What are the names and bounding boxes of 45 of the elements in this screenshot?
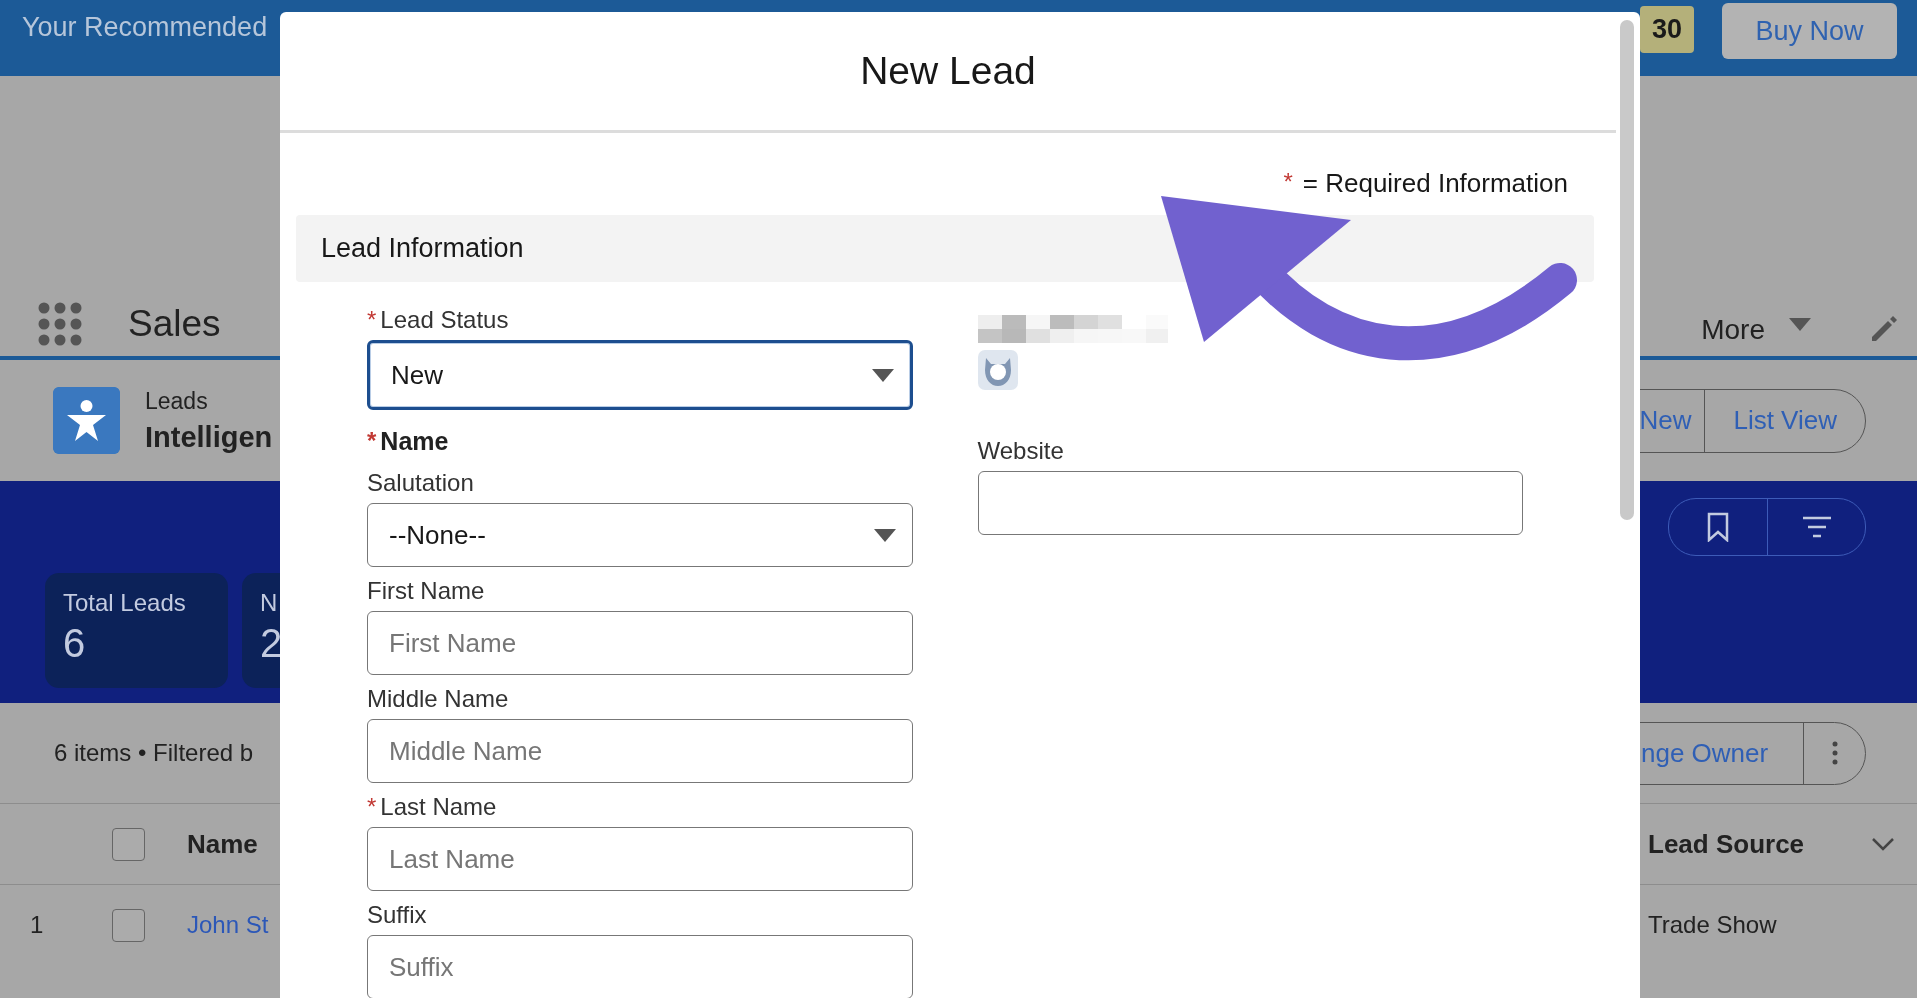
object-label: Leads (145, 387, 209, 415)
required-mark: * (367, 793, 377, 821)
lead-icon (53, 387, 120, 454)
list-summary: 6 items • Filtered b (54, 739, 254, 767)
more-tab[interactable]: More (1701, 314, 1765, 346)
text-field[interactable] (977, 471, 1523, 535)
field-label: Salutation (367, 469, 474, 497)
required-mark: * (367, 427, 377, 455)
column-header[interactable]: Name (187, 828, 258, 860)
text-field[interactable]: Suffix (367, 935, 913, 998)
checkbox[interactable] (112, 908, 145, 942)
list-view-title: Intelligen (145, 420, 273, 454)
caret-icon (873, 528, 896, 542)
trial-days-badge: 30 (1639, 6, 1694, 53)
select-field[interactable]: --None-- (367, 503, 913, 567)
stat-label: Total Leads (63, 589, 187, 617)
field-label: Suffix (367, 901, 427, 929)
chevron-down-icon[interactable] (1871, 837, 1895, 851)
caret-icon (871, 368, 894, 382)
checkbox[interactable] (112, 827, 145, 861)
field-label: Last Name (380, 793, 497, 821)
app-launcher-icon[interactable] (38, 302, 82, 346)
modal-title: New Lead (860, 49, 1036, 93)
required-mark: * (1283, 168, 1293, 197)
scrollbar[interactable] (1620, 20, 1634, 520)
row-number: 1 (29, 911, 45, 939)
app-name: Sales (128, 302, 221, 346)
caret-icon (1789, 318, 1811, 331)
text-field[interactable]: Last Name (367, 827, 913, 891)
table-cell: Trade Show (1648, 911, 1777, 939)
select-field[interactable]: New (367, 340, 913, 410)
field-label: Lead Status (380, 306, 509, 334)
field-label: Website (977, 437, 1064, 465)
banner-text: Your Recommended (21, 11, 268, 43)
group-heading: Name (380, 426, 449, 456)
pencil-icon[interactable] (1869, 316, 1897, 344)
avatar-icon (977, 350, 1018, 390)
column-header[interactable]: Lead Source (1648, 828, 1805, 860)
required-mark: * (367, 306, 377, 334)
stat-value: 6 (63, 621, 87, 666)
text-field[interactable]: First Name (367, 611, 913, 675)
text-field[interactable]: Middle Name (367, 719, 913, 783)
field-label: Middle Name (367, 685, 509, 713)
required-note: = Required Information (1302, 168, 1568, 199)
field-label: First Name (367, 577, 485, 605)
